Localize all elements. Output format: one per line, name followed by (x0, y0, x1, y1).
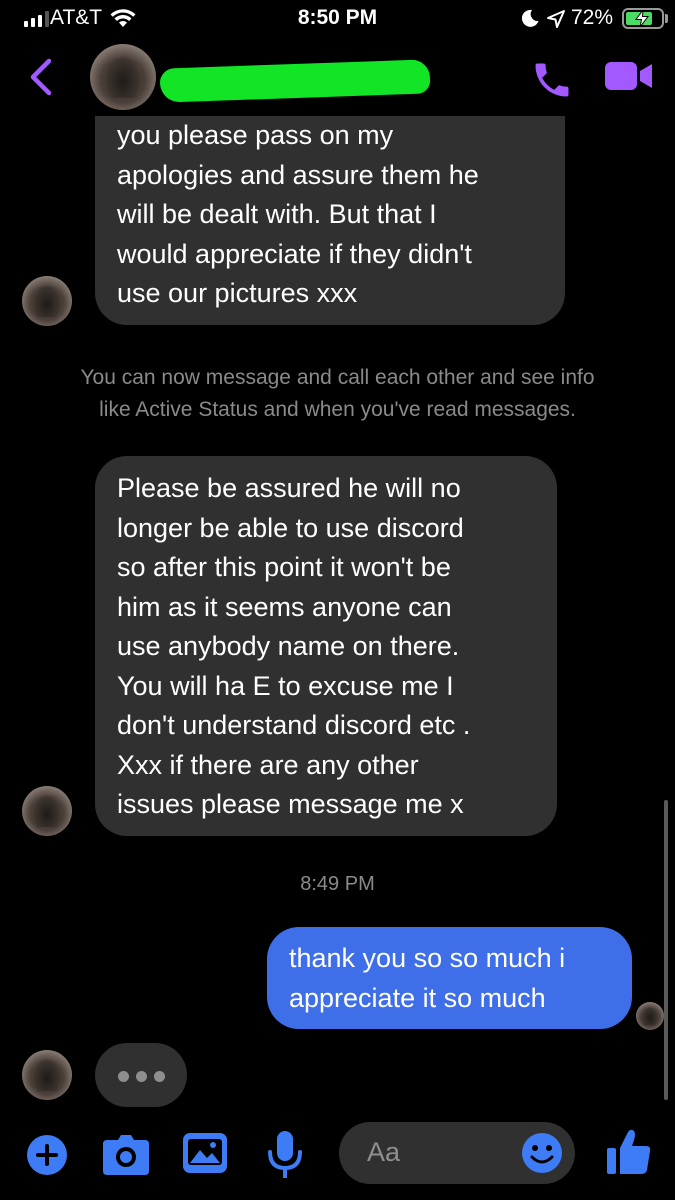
do-not-disturb-moon-icon (521, 9, 539, 27)
typing-dot (136, 1071, 147, 1082)
contact-avatar[interactable] (22, 276, 72, 326)
location-arrow-icon (547, 10, 565, 28)
contact-avatar[interactable] (22, 786, 72, 836)
microphone-icon[interactable] (266, 1130, 304, 1180)
message-line: would appreciate if they didn't (117, 238, 472, 269)
back-chevron-icon[interactable] (28, 58, 54, 96)
message-input[interactable]: Aa (339, 1122, 575, 1184)
contact-avatar[interactable] (90, 44, 156, 110)
message-line: you please pass on my (117, 120, 394, 150)
system-note-line: like Active Status and when you've read … (99, 398, 576, 421)
plus-icon[interactable] (26, 1134, 68, 1176)
scrollbar[interactable] (664, 800, 668, 1100)
emoji-icon[interactable] (521, 1132, 563, 1174)
incoming-message-bubble[interactable]: you please pass on my apologies and assu… (95, 96, 565, 325)
phone-icon[interactable] (530, 58, 574, 102)
typing-indicator (95, 1043, 187, 1107)
battery-percentage: 72% (571, 6, 614, 29)
read-receipt-avatar (636, 1002, 664, 1030)
gallery-icon[interactable] (182, 1132, 228, 1174)
battery-tip (665, 14, 668, 23)
message-input-placeholder: Aa (367, 1137, 401, 1167)
typing-dot (154, 1071, 165, 1082)
redacted-contact-name[interactable] (159, 59, 431, 103)
camera-icon[interactable] (102, 1134, 150, 1176)
system-note: You can now message and call each other … (20, 362, 655, 426)
message-line: apologies and assure them he (117, 159, 479, 190)
video-camera-icon[interactable] (604, 60, 654, 92)
battery-icon (622, 8, 664, 29)
conversation-header (0, 40, 675, 116)
thumbs-up-icon[interactable] (606, 1128, 652, 1176)
message-line: will be dealt with. But that I (117, 199, 437, 229)
message-line: longer be able to use discord (117, 512, 464, 543)
outgoing-message-bubble[interactable]: thank you so so much i appreciate it so … (267, 927, 632, 1029)
message-timestamp: 8:49 PM (300, 873, 375, 895)
message-line: You will ha E to excuse me I (117, 670, 454, 701)
message-line: use anybody name on there. (117, 631, 460, 661)
contact-avatar[interactable] (22, 1050, 72, 1100)
incoming-message-bubble[interactable]: Please be assured he will no longer be a… (95, 456, 557, 836)
status-bar: AT&T 8:50 PM 72% (0, 0, 675, 40)
message-line: so after this point it won't be (117, 552, 451, 582)
message-line: thank you so so much i (289, 943, 566, 973)
charging-bolt-icon (635, 10, 650, 27)
message-line: use our pictures xxx (117, 278, 358, 308)
message-line: Xxx if there are any other (117, 749, 419, 780)
message-line: appreciate it so much (289, 982, 546, 1013)
typing-dot (118, 1071, 129, 1082)
message-line: issues please message me x (117, 789, 464, 819)
message-line: him as it seems anyone can (117, 591, 452, 622)
message-line: don't understand discord etc . (117, 710, 471, 740)
message-line: Please be assured he will no (117, 473, 461, 503)
message-composer: Aa (0, 1110, 675, 1200)
system-note-line: You can now message and call each other … (80, 366, 595, 389)
